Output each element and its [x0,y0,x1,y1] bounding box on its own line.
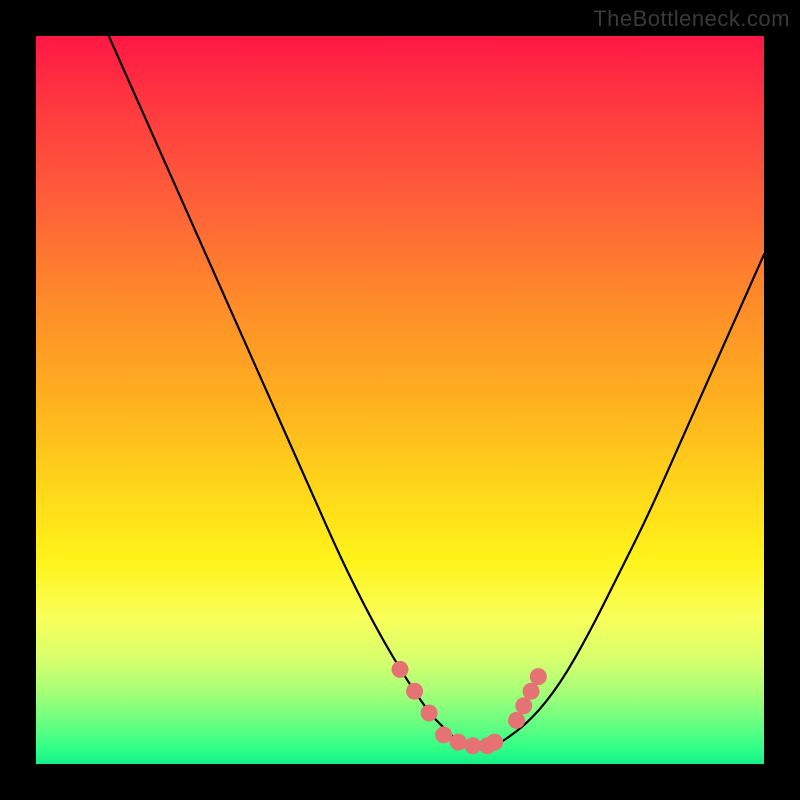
chart-markers [392,661,547,754]
chart-marker [523,683,540,700]
chart-marker [464,737,481,754]
chart-overlay [36,36,764,764]
chart-marker [530,668,547,685]
chart-marker [486,734,503,751]
chart-marker [392,661,409,678]
chart-frame: TheBottleneck.com [0,0,800,800]
chart-marker [435,726,452,743]
watermark-text: TheBottleneck.com [593,6,790,32]
chart-marker [406,683,423,700]
chart-marker [515,697,532,714]
chart-marker [450,734,467,751]
chart-plot-area [36,36,764,764]
chart-marker [508,712,525,729]
chart-marker [421,705,438,722]
bottleneck-curve [109,36,764,749]
